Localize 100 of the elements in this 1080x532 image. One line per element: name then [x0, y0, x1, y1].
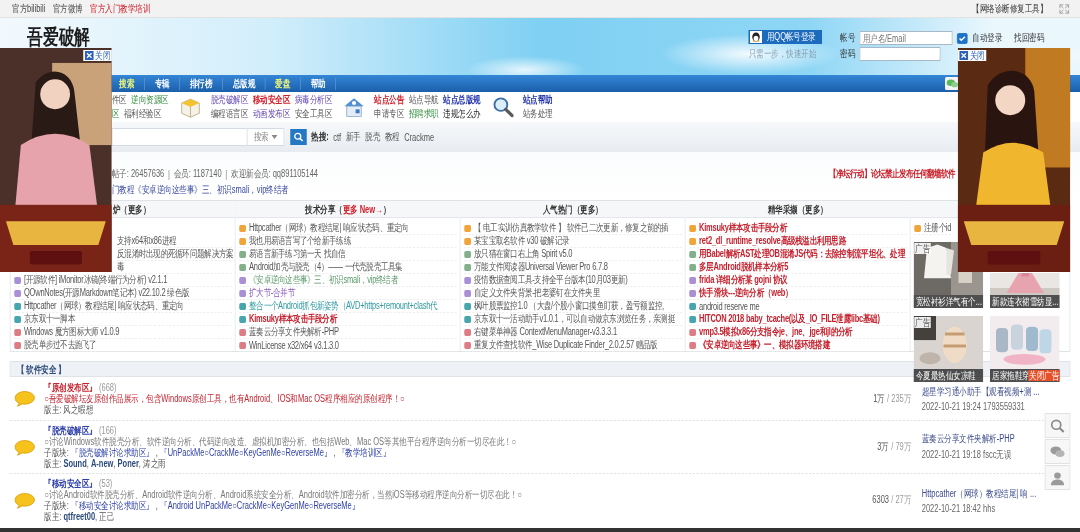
board-title-link[interactable]: 『原创发布区』 — [44, 382, 97, 393]
ad-close-button[interactable]: 关闭 — [957, 50, 987, 61]
topic-link[interactable]: 枫叶股票监控1.0 （大盘/个股小窗口摸鱼盯获，盈亏额监控, — [464, 300, 682, 313]
topic-link[interactable]: 某宝宝取名软件 v30 破解记录 — [464, 235, 682, 248]
topic-link[interactable]: 反混淆时出现的死循环问题解决方案 — [117, 248, 232, 261]
topic-link[interactable]: ret2_dl_runtime_resolve高级栈溢出利用思路 — [689, 235, 907, 248]
announcement-link[interactable]: 门教程《安卓逆向这些事》三、初识smali，vip终结者 — [111, 183, 289, 197]
sub-board-link[interactable]: 『UnPackMe○CrackMe○KeyGenMe○ReverseMe』 — [160, 447, 332, 458]
search-button[interactable] — [1044, 413, 1071, 438]
topic-link[interactable]: 放只猫在窗口右上角 Spirit v5.0 — [464, 248, 682, 261]
topic-link[interactable]: Kimsuky样本攻击手段分析 — [689, 222, 907, 235]
nav-item[interactable]: 帮助 — [300, 77, 336, 90]
quick-link[interactable]: 件区 — [111, 94, 127, 106]
nav-item[interactable]: 排行榜 — [180, 77, 223, 90]
qq-login-button[interactable]: 用QQ帐号登录 — [748, 30, 822, 44]
ad-caption[interactable]: 新款连衣裙雪纺显... — [990, 295, 1060, 308]
quick-link[interactable]: 站点公告 — [374, 94, 405, 106]
topic-link[interactable]: 《安卓逆向这些事》三、初识smali，vip终结者 — [239, 274, 457, 287]
quick-link[interactable]: 动画发布区 — [252, 108, 291, 120]
nav-item[interactable]: 专辑 — [144, 77, 180, 90]
topic-link[interactable]: 重复文件查找软件_Wise Duplicate Finder_2.0.2.57 赠品版 — [464, 339, 682, 352]
topic-link[interactable]: 毒 — [117, 261, 232, 274]
topic-link[interactable]: 蓝奏云分享文件夹解析-PHP — [239, 326, 457, 339]
last-post-link[interactable]: 超星学习通小助手【观看视频+测 ... — [921, 385, 1048, 399]
hot-search-link[interactable]: 脱壳 — [365, 130, 381, 144]
notice-link[interactable]: 【净坛行动】论坛禁止发布任何翻墙软件 — [828, 167, 956, 181]
topic-link[interactable]: 易语言新手练习第一天 找自信 — [239, 248, 457, 261]
sub-board-link[interactable]: 『移动安全讨论求助区』 — [71, 500, 154, 511]
topic-link[interactable]: HITCON 2018 baby_tcache(以及_IO_FILE泄露libc基础) — [689, 313, 907, 326]
quick-link[interactable]: 站点导航 — [408, 94, 439, 106]
quick-link[interactable]: 福利经验区 — [123, 108, 162, 120]
topic-link[interactable]: Windows 魔方图标大师 v1.0.9 — [14, 326, 232, 339]
sub-board-link[interactable]: 『教学培训区』 — [337, 447, 391, 458]
topic-link[interactable]: vmp3.5模拟x86分支指令je、jne、jge和jl的分析 — [689, 326, 907, 339]
topic-link[interactable]: QOwnNotes(开源Markdown笔记本) v22.10.2 绿色版 — [14, 287, 232, 300]
quick-link[interactable]: 编程语言区 — [210, 108, 249, 120]
topic-link[interactable]: 注册个id — [914, 222, 952, 235]
topic-link[interactable]: 脱壳单步过不去跑飞了 — [14, 339, 232, 352]
ad-caption[interactable]: 今夏最热仙女凉鞋 — [913, 369, 984, 382]
close-ad-badge[interactable]: 关闭广告 — [1028, 370, 1060, 381]
top-link[interactable]: 官方微博 — [52, 1, 83, 16]
sub-board-link[interactable]: 『脱壳破解讨论求助区』 — [71, 447, 154, 458]
topic-link[interactable]: Httpcather（网球）教程结尾| 响应状态码、重定向 — [239, 222, 457, 235]
topic-link[interactable]: frida 详细分析某 gojni 协议 — [689, 274, 907, 287]
hot-search-link[interactable]: 教程 — [384, 130, 400, 144]
topic-link[interactable]: 快手滑块---逆向分析（web） — [689, 287, 907, 300]
quick-link[interactable]: 站点帮助 — [522, 94, 553, 106]
quick-link[interactable]: 移动安全区 — [252, 94, 291, 106]
password-field[interactable] — [859, 47, 941, 61]
scope-select[interactable]: 搜索 — [246, 128, 285, 146]
quick-link[interactable]: 招聘求职 — [408, 108, 439, 120]
quick-link[interactable]: 申请专区 — [374, 108, 405, 120]
topic-link[interactable]: 万能文件阅读器Universal Viewer Pro 6.7.8 — [464, 261, 682, 274]
topic-link[interactable]: 我也用易语言写了个给新手练练 — [239, 235, 457, 248]
topic-link[interactable]: WinLicense x32/x64 v3.1.3.0 — [239, 339, 457, 352]
quick-link[interactable]: 站务处理 — [522, 108, 553, 120]
account-field[interactable]: 用户名/Email — [859, 31, 953, 45]
top-link[interactable]: 官方入门教学培训 — [90, 1, 151, 16]
diagnostic-tool-link[interactable]: 【网络诊断修复工具】 — [972, 1, 1047, 16]
hot-search-link[interactable]: ctf — [333, 131, 342, 143]
topic-link[interactable]: 自定义文件夹背景-把老婆钉在文件夹里 — [464, 287, 682, 300]
board-title-link[interactable]: 『移动安全区』 — [44, 478, 97, 489]
topic-link[interactable]: 京东双十一活动助手v1.0.1，可以自动做京东浏览任务，亲测挺 — [464, 313, 682, 326]
topic-link[interactable]: 右键菜单神器 ContextMenuManager-v3.3.3.1 — [464, 326, 682, 339]
forgot-password-link[interactable]: 找回密码 — [1014, 31, 1044, 45]
profile-button[interactable] — [1044, 465, 1071, 490]
ad-close-button[interactable]: 关闭 — [83, 50, 112, 61]
auto-login-checkbox[interactable] — [957, 32, 968, 44]
topic-link[interactable]: 《安卓逆向这些事》一、模拟器环境搭建 — [689, 339, 907, 352]
wechat-button[interactable] — [1044, 439, 1071, 464]
nav-item[interactable]: 爱盘 — [265, 77, 301, 90]
ad-caption[interactable]: 宽松衬衫洋气有个... — [913, 295, 984, 308]
quick-link[interactable]: 病毒分析区 — [294, 94, 333, 106]
topic-link[interactable]: 用Babel解析AST处理OB混淆JS代码：去除控制流平坦化、处理 — [689, 248, 907, 261]
hot-search-link[interactable]: 新手 — [345, 130, 361, 144]
quick-link[interactable]: 逆向资源区 — [131, 94, 169, 106]
topic-link[interactable]: 整合一个Android抓包新姿势（AVD+https+remount+clash代 — [239, 300, 457, 313]
topic-link[interactable]: 【 电工实训仿真教学软件 】 软件已二次更新，修复之前的插 — [464, 222, 682, 235]
search-field[interactable] — [111, 128, 247, 146]
sub-board-link[interactable]: 『Android UnPackMe○CrackMe○KeyGenMe○ReverseMe』 — [160, 500, 360, 511]
topic-link[interactable]: Android加壳与脱壳（4）—— 一代壳脱壳工具集 — [239, 261, 457, 274]
last-post-link[interactable]: Httpcather（网球）教程结尾| 响 ... — [921, 486, 1048, 501]
top-link[interactable]: 官方bilibili — [12, 1, 46, 16]
topic-link[interactable]: Httpcather（网球）教程结尾| 响应状态码、重定向 — [14, 300, 232, 313]
quick-link[interactable]: 安全工具区 — [294, 108, 333, 120]
quick-link[interactable]: 违规怎么办 — [443, 108, 481, 120]
expand-icon[interactable] — [1059, 3, 1070, 14]
topic-link[interactable]: 多层Android脱机样本分析5 — [689, 261, 907, 274]
quick-link[interactable]: 脱壳破解区 — [210, 94, 249, 106]
quick-link[interactable]: 站点总版规 — [443, 94, 481, 106]
topic-link[interactable]: 扩大节-合并节 — [239, 287, 457, 300]
nav-item[interactable]: 总版规 — [222, 77, 266, 90]
topic-link[interactable]: 京东双十一脚本 — [14, 313, 232, 326]
topic-link[interactable]: 疫情数据查阅工具-支持全平台版本(10月03更新) — [464, 274, 682, 287]
topic-link[interactable]: android reserve me — [689, 300, 907, 313]
quick-link[interactable]: 区 — [111, 108, 120, 120]
site-logo[interactable]: 吾爱破解 — [27, 26, 90, 48]
board-title-link[interactable]: 『脱壳破解区』 — [44, 425, 97, 436]
topic-link[interactable]: [开源软件] iMonitor冰镜(终端行为分析) v2.1.1 — [14, 274, 232, 287]
topic-link[interactable]: 支持x64和x86进程 — [117, 235, 232, 248]
